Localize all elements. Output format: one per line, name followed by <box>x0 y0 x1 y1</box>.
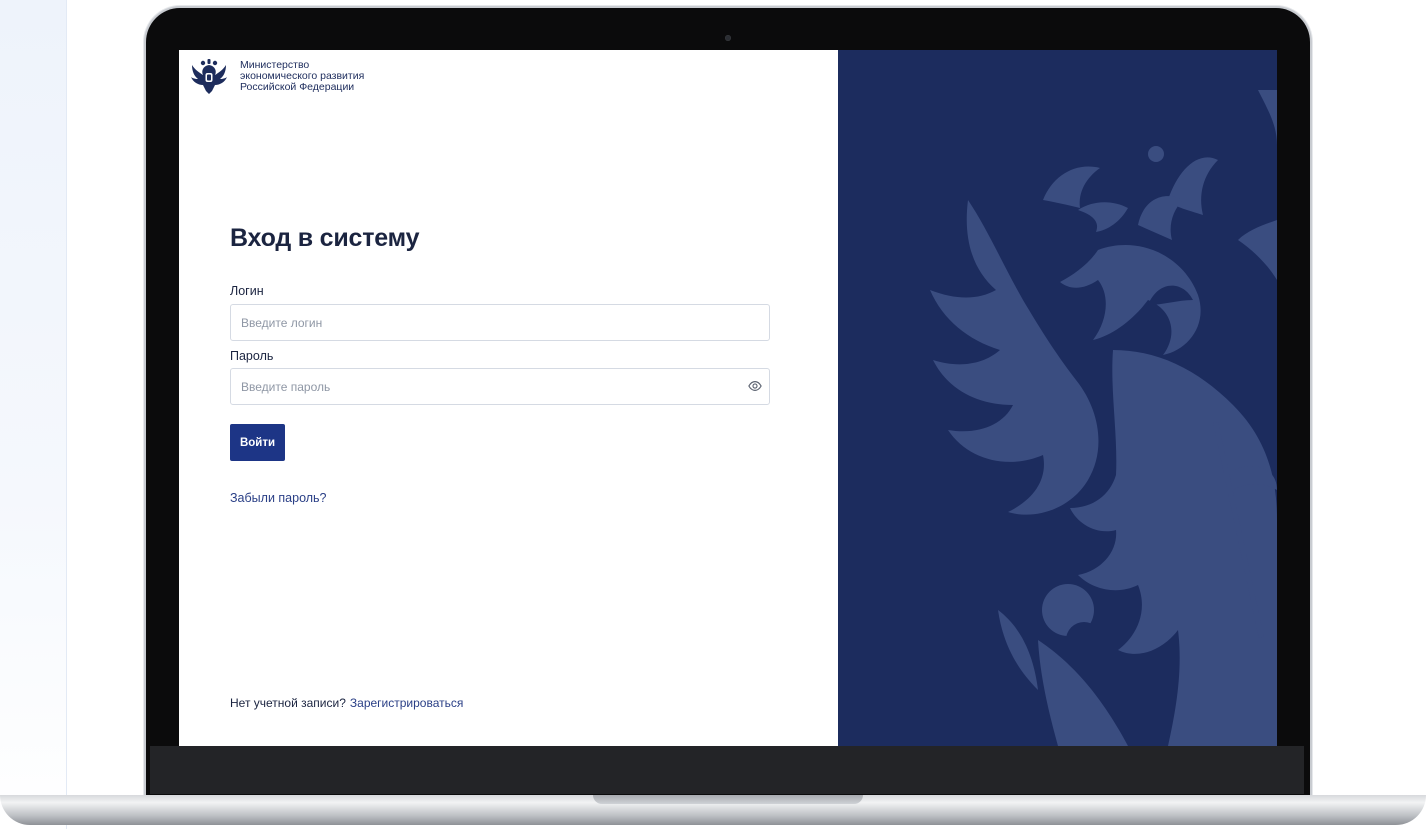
password-label: Пароль <box>230 349 274 363</box>
login-input[interactable] <box>230 304 770 341</box>
page-side-strip <box>0 0 67 829</box>
login-button[interactable]: Войти <box>230 424 285 461</box>
register-link[interactable]: Зарегистрироваться <box>350 696 463 710</box>
eye-icon[interactable] <box>748 379 762 393</box>
register-prompt: Нет учетной записи? Зарегистрироваться <box>230 696 463 710</box>
laptop-camera <box>725 35 731 41</box>
forgot-password-link[interactable]: Забыли пароль? <box>230 491 327 505</box>
no-account-text: Нет учетной записи? <box>230 696 346 710</box>
eagle-emblem-art <box>930 90 1277 746</box>
ministry-name: Министерство экономического развития Рос… <box>240 60 380 93</box>
decorative-panel <box>838 50 1277 746</box>
password-input[interactable] <box>230 368 770 405</box>
laptop-base-notch <box>593 795 863 804</box>
ministry-name-line-3: Российской Федерации <box>240 81 355 93</box>
login-panel: Министерство экономического развития Рос… <box>179 50 838 746</box>
page-title: Вход в систему <box>230 224 420 252</box>
ministry-logo: Министерство экономического развития Рос… <box>189 57 380 97</box>
login-label: Логин <box>230 284 264 298</box>
double-headed-eagle-icon <box>191 59 227 94</box>
laptop-chin <box>150 746 1304 794</box>
laptop-screen: Министерство экономического развития Рос… <box>179 50 1277 746</box>
